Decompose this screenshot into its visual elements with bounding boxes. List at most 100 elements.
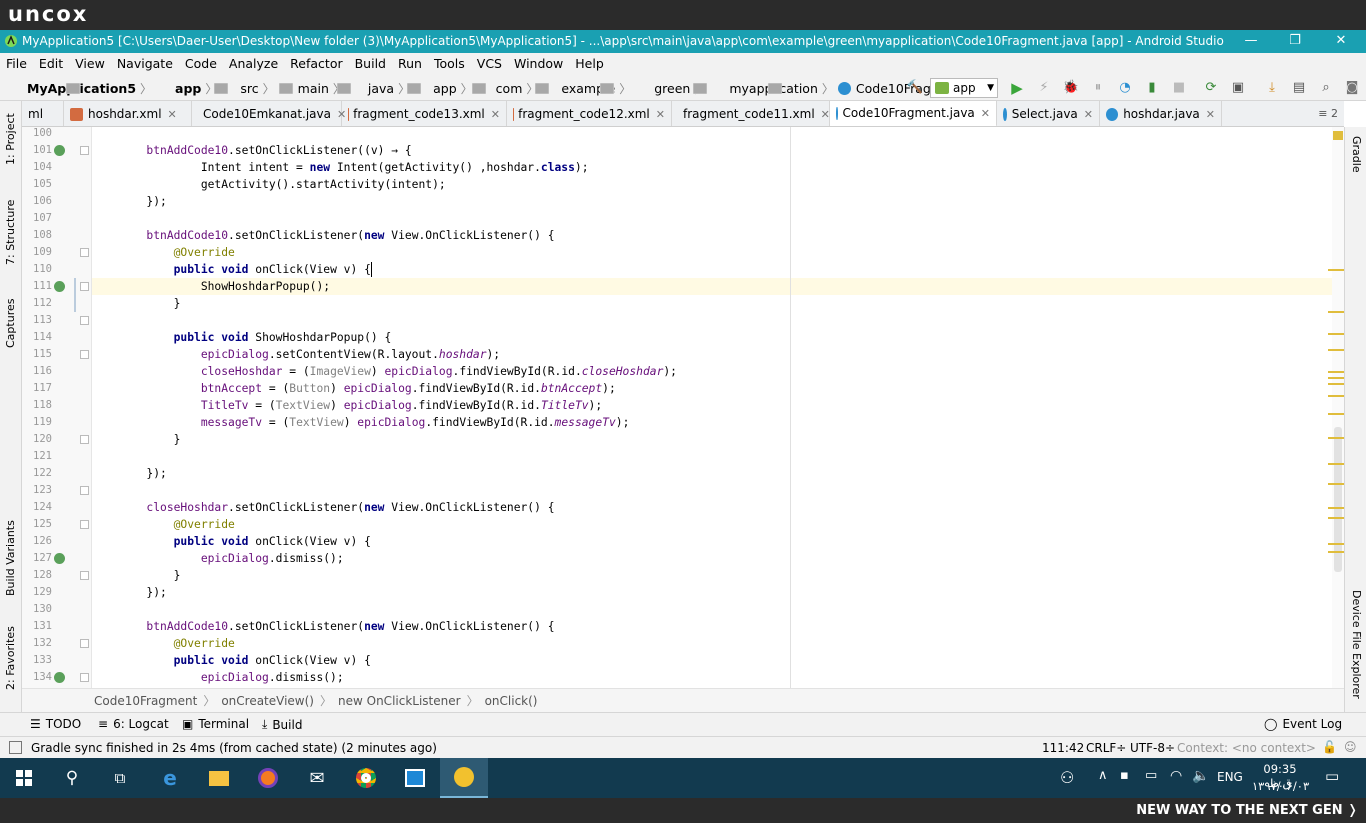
logcat-tool-button[interactable]: ≡ 6: Logcat [98, 717, 169, 731]
warning-stripe-marker[interactable] [1328, 333, 1344, 335]
minimize-button[interactable]: — [1228, 30, 1274, 53]
code-line[interactable]: btnAddCode10.setOnClickListener((v) → { [92, 142, 411, 159]
warning-stripe-marker[interactable] [1328, 463, 1344, 465]
breadcrumb-app-package[interactable]: app 〉 [414, 75, 487, 101]
tab-code10emkanat-java[interactable]: Code10Emkanat.java ✕ [192, 101, 346, 126]
code-line[interactable]: @Override [92, 516, 235, 533]
hammer-build-icon[interactable]: 🔨 [905, 79, 925, 97]
tab-fragment-code13-xml[interactable]: fragment_code13.xml ✕ [342, 101, 507, 126]
warning-stripe-marker[interactable] [1328, 437, 1344, 439]
warning-stripe-marker[interactable] [1328, 395, 1344, 397]
store-icon[interactable] [391, 758, 439, 798]
close-tab-icon[interactable]: ✕ [821, 108, 830, 121]
fold-toggle-icon[interactable] [80, 571, 89, 580]
code-line[interactable]: @Override [92, 635, 235, 652]
code-editor[interactable]: btnAddCode10.setOnClickListener((v) → { … [92, 127, 1332, 688]
code-line[interactable]: epicDialog.dismiss(); [92, 550, 344, 567]
code-line[interactable]: }); [92, 193, 166, 210]
editor-crumb-listener[interactable]: new OnClickListener [338, 694, 461, 708]
warning-stripe-marker[interactable] [1328, 483, 1344, 485]
android-studio-taskbar-icon[interactable] [440, 758, 488, 798]
cursor-position[interactable]: 111:42 [1042, 741, 1084, 755]
run-config-select[interactable]: app ▼ [930, 78, 998, 98]
editor-crumb-class[interactable]: Code10Fragment [94, 694, 197, 708]
warning-stripe-marker[interactable] [1328, 269, 1344, 271]
close-tab-icon[interactable]: ✕ [1084, 108, 1093, 121]
input-language[interactable]: ENG [1217, 770, 1243, 784]
tab-overflow-menu[interactable]: ≡ 2 [1318, 107, 1338, 120]
close-tab-icon[interactable]: ✕ [1206, 108, 1215, 121]
code-line[interactable]: Intent intent = new Intent(getActivity()… [92, 159, 589, 176]
build-variants-tool-tab[interactable]: Build Variants [0, 513, 22, 603]
fold-toggle-icon[interactable] [80, 248, 89, 257]
close-tab-icon[interactable]: ✕ [491, 108, 500, 121]
override-gutter-icon[interactable] [54, 672, 65, 683]
lock-icon[interactable]: 🔓 [1322, 740, 1337, 754]
status-message[interactable]: Gradle sync finished in 2s 4ms (from cac… [31, 741, 437, 755]
mail-icon[interactable]: ✉ [293, 758, 341, 798]
code-line[interactable]: @Override [92, 244, 235, 261]
menu-vcs[interactable]: VCS [471, 53, 508, 75]
menu-navigate[interactable]: Navigate [111, 53, 179, 75]
menu-build[interactable]: Build [349, 53, 392, 75]
breadcrumb-example[interactable]: example 〉 [542, 75, 635, 101]
code-line[interactable]: closeHoshdar = (ImageView) epicDialog.fi… [92, 363, 677, 380]
warning-stripe-marker[interactable] [1328, 349, 1344, 351]
code-line[interactable]: } [92, 431, 181, 448]
close-tab-icon[interactable]: ✕ [656, 108, 665, 121]
sdk-manager-icon[interactable]: ⤓ [1262, 79, 1282, 97]
profiler-icon[interactable]: ◔ [1115, 79, 1135, 97]
avd-manager-icon[interactable]: ▣ [1228, 79, 1248, 97]
code-line[interactable]: getActivity().startActivity(intent); [92, 176, 446, 193]
code-line[interactable]: public void onClick(View v) { [92, 261, 371, 278]
override-gutter-icon[interactable] [54, 145, 65, 156]
menu-tools[interactable]: Tools [428, 53, 471, 75]
hector-icon[interactable]: ☺ [1344, 740, 1357, 754]
fold-toggle-icon[interactable] [80, 673, 89, 682]
editor-error-stripe[interactable] [1328, 127, 1344, 688]
project-structure-icon[interactable]: ▤ [1289, 79, 1309, 97]
fold-toggle-icon[interactable] [80, 146, 89, 155]
fold-toggle-icon[interactable] [80, 350, 89, 359]
action-center-icon[interactable]: ▭ [1325, 767, 1339, 785]
sync-gradle-icon[interactable]: ⟳ [1201, 79, 1221, 97]
code-line[interactable]: closeHoshdar.setOnClickListener(new View… [92, 499, 554, 516]
usb-device-icon[interactable]: ▪ [1120, 768, 1129, 783]
windows-start-icon[interactable] [0, 758, 48, 798]
file-explorer-icon[interactable] [195, 758, 243, 798]
override-gutter-icon[interactable] [54, 281, 65, 292]
fold-toggle-icon[interactable] [80, 435, 89, 444]
user-avatar-icon[interactable]: ◙ [1342, 79, 1362, 97]
menu-code[interactable]: Code [179, 53, 223, 75]
project-tool-tab[interactable]: 1: Project [0, 109, 22, 169]
editor-crumb-onclick[interactable]: onClick() [485, 694, 538, 708]
editor-crumb-method[interactable]: onCreateView() [221, 694, 314, 708]
code-line[interactable]: ShowHoshdarPopup(); [92, 278, 1332, 295]
tab-fragment-code11-xml[interactable]: fragment_code11.xml ✕ [672, 101, 830, 126]
tab-select-java[interactable]: Select.java ✕ [997, 101, 1100, 126]
warning-stripe-marker[interactable] [1328, 383, 1344, 385]
code-line[interactable]: btnAddCode10.setOnClickListener(new View… [92, 227, 554, 244]
menu-analyze[interactable]: Analyze [223, 53, 284, 75]
run-icon[interactable]: ▶ [1007, 79, 1027, 97]
chevron-up-icon[interactable]: ∧ [1098, 768, 1108, 783]
breadcrumb-green[interactable]: green〉 [635, 75, 710, 101]
chrome-icon[interactable] [342, 758, 390, 798]
search-icon[interactable]: ⚲ [48, 758, 96, 798]
fold-toggle-icon[interactable] [80, 316, 89, 325]
breadcrumb-app[interactable]: app 〉 [156, 75, 229, 101]
firefox-icon[interactable] [244, 758, 292, 798]
volume-icon[interactable]: 🔈 [1192, 768, 1209, 784]
breadcrumb-src[interactable]: src 〉 [221, 75, 294, 101]
code-line[interactable]: epicDialog.dismiss(); [92, 669, 344, 686]
device-file-explorer-tab[interactable]: Device File Explorer [1345, 587, 1366, 702]
menu-refactor[interactable]: Refactor [284, 53, 348, 75]
warning-stripe-marker[interactable] [1328, 507, 1344, 509]
code-line[interactable]: public void ShowHoshdarPopup() { [92, 329, 392, 346]
menu-file[interactable]: File [0, 53, 33, 75]
warning-stripe-marker[interactable] [1328, 543, 1344, 545]
code-line[interactable]: }); [92, 584, 166, 601]
breadcrumb-myapplication[interactable]: myapplication〉 [710, 75, 838, 101]
task-view-icon[interactable]: ⧉ [96, 758, 144, 798]
menu-view[interactable]: View [69, 53, 111, 75]
